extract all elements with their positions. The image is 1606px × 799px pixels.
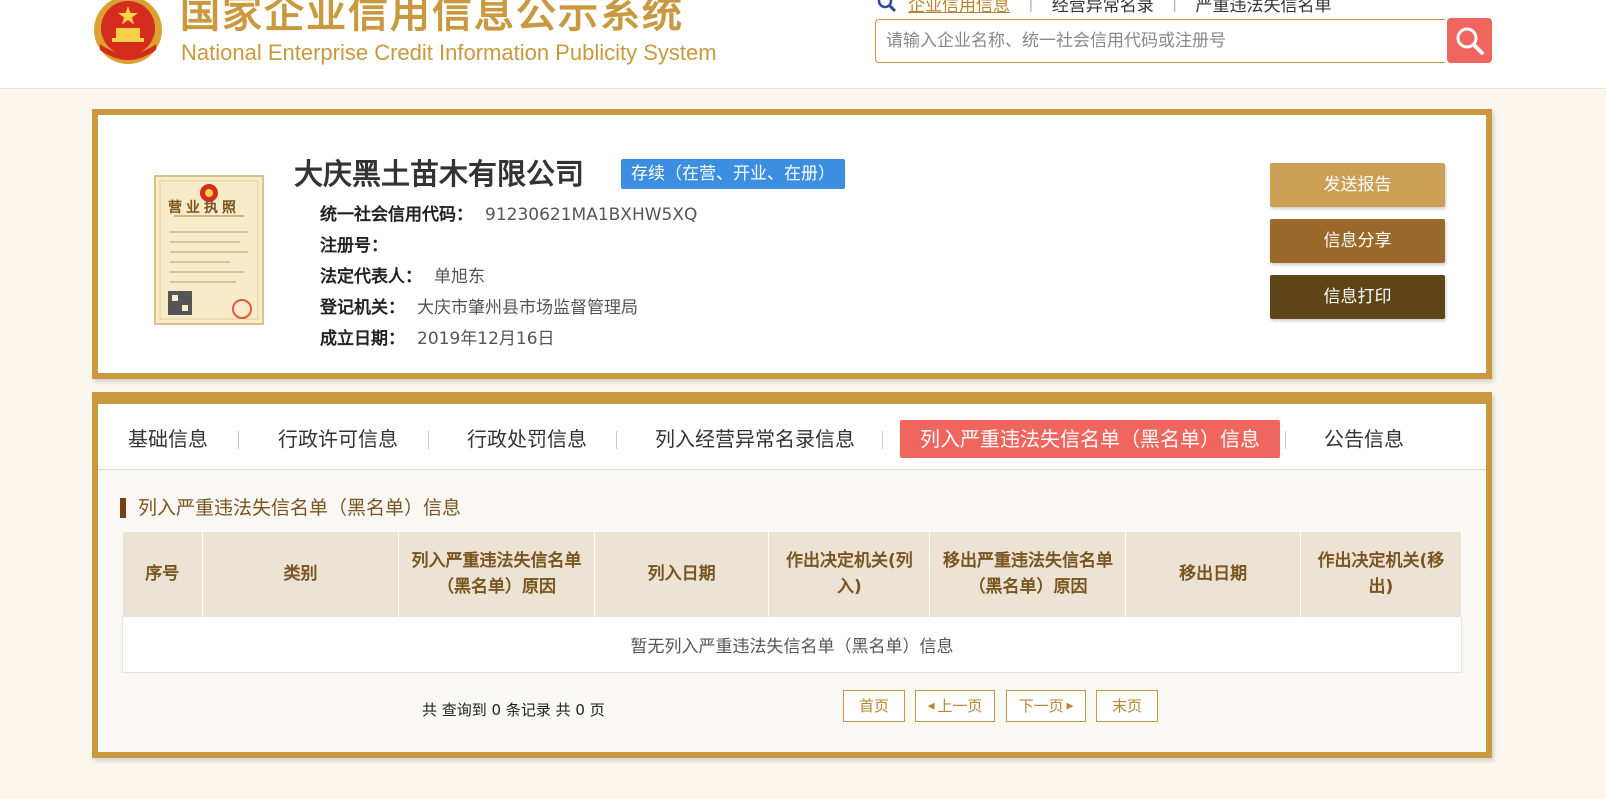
info-value: 单旭东 [434,267,485,287]
column-header: 移出日期 [1125,532,1301,616]
caret-left-icon: ◀ [927,701,938,712]
tab-admin-penalty[interactable]: 行政处罚信息 [467,420,587,458]
column-header: 类别 [202,532,399,616]
tab-divider [1285,431,1286,449]
tab-divider: | [1028,0,1034,13]
tab-divider [428,431,429,449]
tab-divider [616,431,617,449]
detail-card: 基础信息 行政许可信息 行政处罚信息 列入经营异常名录信息 列入严重违法失信名单… [92,392,1492,758]
site-title-en: National Enterprise Credit Information P… [181,40,717,65]
national-emblem-icon [94,0,162,64]
search-tab-blacklist[interactable]: 严重违法失信名单 [1195,0,1331,16]
table-header-row: 序号 类别 列入严重违法失信名单（黑名单）原因 列入日期 作出决定机关(列入) … [122,532,1463,616]
company-card: 营业执照 大庆黑土苗木有限公司 存续（在营、开业、在册） 统一社会信用代码： 91… [92,109,1492,379]
info-label: 统一社会信用代码： [320,205,473,225]
share-info-button[interactable]: 信息分享 [1270,219,1445,263]
status-badge: 存续（在营、开业、在册） [621,159,845,189]
first-page-label: 首页 [858,697,889,715]
site-title-cn: 国家企业信用信息公示系统 [180,0,684,37]
info-value: 2019年12月16日 [417,329,555,349]
info-label: 成立日期： [320,329,405,349]
site-header: 国家企业信用信息公示系统 National Enterprise Credit … [0,0,1606,89]
search-tab-enterprise[interactable]: 企业信用信息 [908,0,1010,16]
section-title: 列入严重违法失信名单（黑名单）信息 [120,498,461,518]
tab-basic-info[interactable]: 基础信息 [128,420,208,458]
company-name: 大庆黑土苗木有限公司 [294,157,585,191]
column-header: 序号 [122,532,204,616]
column-header: 列入日期 [594,532,770,616]
info-label: 法定代表人： [320,267,422,287]
tab-blacklist[interactable]: 列入严重违法失信名单（黑名单）信息 [900,420,1280,458]
info-legal-rep: 法定代表人： 单旭东 [320,262,485,287]
blacklist-table: 序号 类别 列入严重违法失信名单（黑名单）原因 列入日期 作出决定机关(列入) … [122,532,1463,673]
search-input[interactable] [876,20,1445,62]
info-credit-code: 统一社会信用代码： 91230621MA1BXHW5XQ [320,200,697,225]
last-page-button[interactable]: 末页 [1096,690,1158,722]
first-page-button[interactable]: 首页 [843,690,905,722]
detail-tabs: 基础信息 行政许可信息 行政处罚信息 列入经营异常名录信息 列入严重违法失信名单… [98,398,1486,470]
pager-summary: 共 查询到 0 条记录 共 0 页 [422,701,605,719]
caret-right-icon: ▶ [1063,701,1074,712]
column-header: 作出决定机关(移出) [1300,532,1463,616]
search-tab-abnormal[interactable]: 经营异常名录 [1052,0,1154,16]
send-report-button[interactable]: 发送报告 [1270,163,1445,207]
info-value: 大庆市肇州县市场监督管理局 [417,298,638,318]
tab-divider [882,431,883,449]
empty-message: 暂无列入严重违法失信名单（黑名单）信息 [122,615,1462,673]
tab-divider [238,431,239,449]
search-category-icon [877,0,897,13]
tab-divider: | [1171,0,1178,13]
column-header: 列入严重违法失信名单（黑名单）原因 [398,532,595,616]
search-button[interactable] [1447,18,1492,63]
search-tabs: 企业信用信息 | 经营异常名录 | 严重违法失信名单 [876,0,1331,16]
table-row: 暂无列入严重违法失信名单（黑名单）信息 [122,615,1462,673]
tab-admin-license[interactable]: 行政许可信息 [278,420,398,458]
next-page-button[interactable]: 下一页 ▶ [1006,690,1086,722]
next-page-label: 下一页 [1018,697,1064,715]
info-reg-number: 注册号： [320,231,400,256]
license-label: 营业执照 [168,200,240,216]
info-established: 成立日期： 2019年12月16日 [320,324,555,349]
prev-page-label: 上一页 [937,697,983,715]
info-label: 注册号： [320,236,388,256]
search-icon [1456,27,1484,55]
info-authority: 登记机关： 大庆市肇州县市场监督管理局 [320,293,638,318]
tab-abnormal-list[interactable]: 列入经营异常名录信息 [655,420,855,458]
column-header: 作出决定机关(列入) [768,532,931,616]
tab-announcements[interactable]: 公告信息 [1324,420,1404,458]
print-info-button[interactable]: 信息打印 [1270,275,1445,319]
info-value: 91230621MA1BXHW5XQ [485,205,698,225]
info-label: 登记机关： [320,298,405,318]
prev-page-button[interactable]: ◀ 上一页 [915,690,995,722]
column-header: 移出严重违法失信名单（黑名单）原因 [929,532,1127,616]
search-box [875,19,1445,63]
last-page-label: 末页 [1111,697,1142,715]
